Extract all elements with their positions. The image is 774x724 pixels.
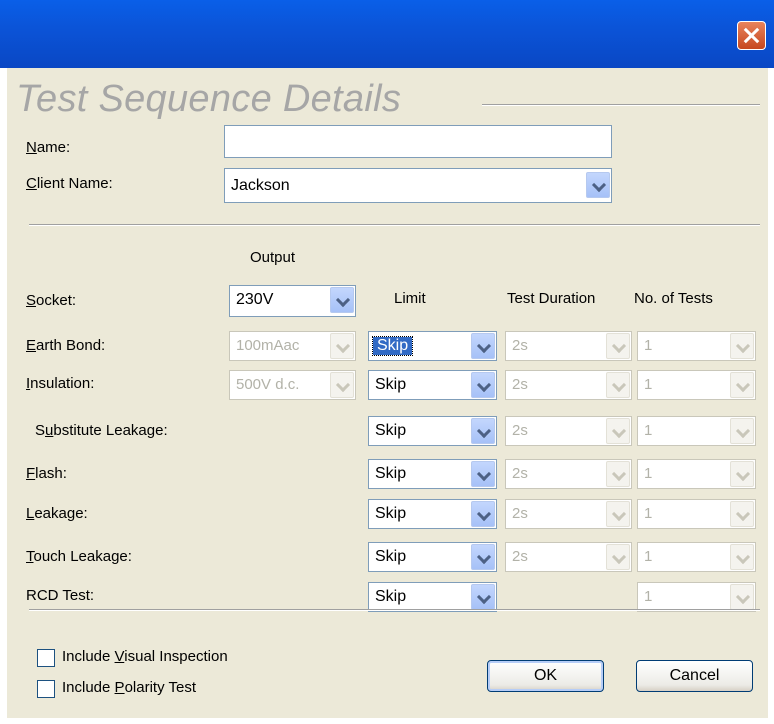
rcd-test-label: RCD Test: bbox=[26, 587, 95, 604]
client-name-select[interactable]: Jackson bbox=[224, 168, 612, 203]
substitute-leakage-duration-select: 2s bbox=[505, 416, 632, 446]
touch-leakage-tests-select: 1 bbox=[637, 542, 756, 572]
test-duration-column-header: Test Duration bbox=[507, 290, 596, 307]
chevron-down-icon[interactable] bbox=[586, 172, 610, 198]
leakage-limit-select[interactable]: Skip bbox=[368, 499, 497, 529]
chevron-down-icon bbox=[606, 544, 630, 570]
chevron-down-icon bbox=[730, 461, 754, 487]
dialog-body: Test Sequence Details Name: Client Name:… bbox=[7, 68, 768, 718]
chevron-down-icon bbox=[330, 372, 354, 398]
leakage-duration-select: 2s bbox=[505, 499, 632, 529]
chevron-down-icon bbox=[730, 501, 754, 527]
touch-leakage-duration-select: 2s bbox=[505, 542, 632, 572]
earth-bond-output-select: 100mAac bbox=[229, 331, 356, 361]
earth-bond-label: Earth Bond: bbox=[26, 337, 106, 354]
cancel-button[interactable]: Cancel bbox=[636, 660, 753, 692]
touch-leakage-label: Touch Leakage: bbox=[26, 548, 132, 565]
page-title: Test Sequence Details bbox=[16, 78, 402, 120]
insulation-duration-select: 2s bbox=[505, 370, 632, 400]
chevron-down-icon bbox=[330, 333, 354, 359]
flash-duration-select: 2s bbox=[505, 459, 632, 489]
flash-label: Flash: bbox=[26, 465, 67, 482]
socket-label: Socket: bbox=[26, 292, 77, 309]
flash-limit-select[interactable]: Skip bbox=[368, 459, 497, 489]
heading-divider bbox=[482, 104, 760, 106]
touch-leakage-limit-select[interactable]: Skip bbox=[368, 542, 497, 572]
substitute-leakage-tests-select: 1 bbox=[637, 416, 756, 446]
socket-select[interactable]: 230V bbox=[229, 285, 356, 317]
include-visual-inspection-checkbox[interactable] bbox=[37, 649, 55, 667]
ok-button[interactable]: OK bbox=[487, 660, 604, 692]
insulation-label: Insulation: bbox=[26, 375, 95, 392]
title-bar bbox=[0, 0, 774, 68]
chevron-down-icon bbox=[606, 372, 630, 398]
section-divider bbox=[29, 224, 760, 226]
no-of-tests-column-header: No. of Tests bbox=[634, 290, 713, 307]
insulation-tests-select: 1 bbox=[637, 370, 756, 400]
chevron-down-icon[interactable] bbox=[471, 544, 495, 570]
chevron-down-icon[interactable] bbox=[471, 333, 495, 359]
chevron-down-icon bbox=[730, 418, 754, 444]
limit-column-header: Limit bbox=[394, 290, 426, 307]
chevron-down-icon[interactable] bbox=[471, 418, 495, 444]
chevron-down-icon[interactable] bbox=[471, 372, 495, 398]
chevron-down-icon[interactable] bbox=[471, 501, 495, 527]
chevron-down-icon[interactable] bbox=[471, 461, 495, 487]
insulation-limit-select[interactable]: Skip bbox=[368, 370, 497, 400]
footer-divider bbox=[29, 609, 760, 611]
earth-bond-duration-select: 2s bbox=[505, 331, 632, 361]
client-name-label: Client Name: bbox=[26, 175, 113, 192]
substitute-leakage-limit-select[interactable]: Skip bbox=[368, 416, 497, 446]
leakage-tests-select: 1 bbox=[637, 499, 756, 529]
flash-tests-select: 1 bbox=[637, 459, 756, 489]
chevron-down-icon bbox=[606, 333, 630, 359]
earth-bond-limit-select[interactable]: Skip bbox=[368, 331, 497, 361]
leakage-label: Leakage: bbox=[26, 505, 88, 522]
chevron-down-icon bbox=[606, 461, 630, 487]
rcd-test-tests-select: 1 bbox=[637, 582, 756, 612]
chevron-down-icon[interactable] bbox=[471, 584, 495, 610]
include-polarity-test-checkbox[interactable] bbox=[37, 680, 55, 698]
rcd-test-limit-select[interactable]: Skip bbox=[368, 582, 497, 612]
name-field[interactable] bbox=[224, 125, 612, 158]
chevron-down-icon bbox=[730, 544, 754, 570]
chevron-down-icon bbox=[730, 584, 754, 610]
chevron-down-icon bbox=[730, 333, 754, 359]
chevron-down-icon bbox=[606, 418, 630, 444]
close-icon[interactable] bbox=[737, 21, 766, 50]
chevron-down-icon bbox=[606, 501, 630, 527]
insulation-output-select: 500V d.c. bbox=[229, 370, 356, 400]
earth-bond-tests-select: 1 bbox=[637, 331, 756, 361]
name-label: Name: bbox=[26, 139, 71, 156]
output-column-header: Output bbox=[250, 249, 296, 266]
include-polarity-test-label: Include Polarity Test bbox=[62, 679, 196, 696]
substitute-leakage-label: Substitute Leakage: bbox=[35, 422, 168, 439]
chevron-down-icon bbox=[730, 372, 754, 398]
include-visual-inspection-label: Include Visual Inspection bbox=[62, 648, 228, 665]
chevron-down-icon[interactable] bbox=[330, 287, 354, 313]
